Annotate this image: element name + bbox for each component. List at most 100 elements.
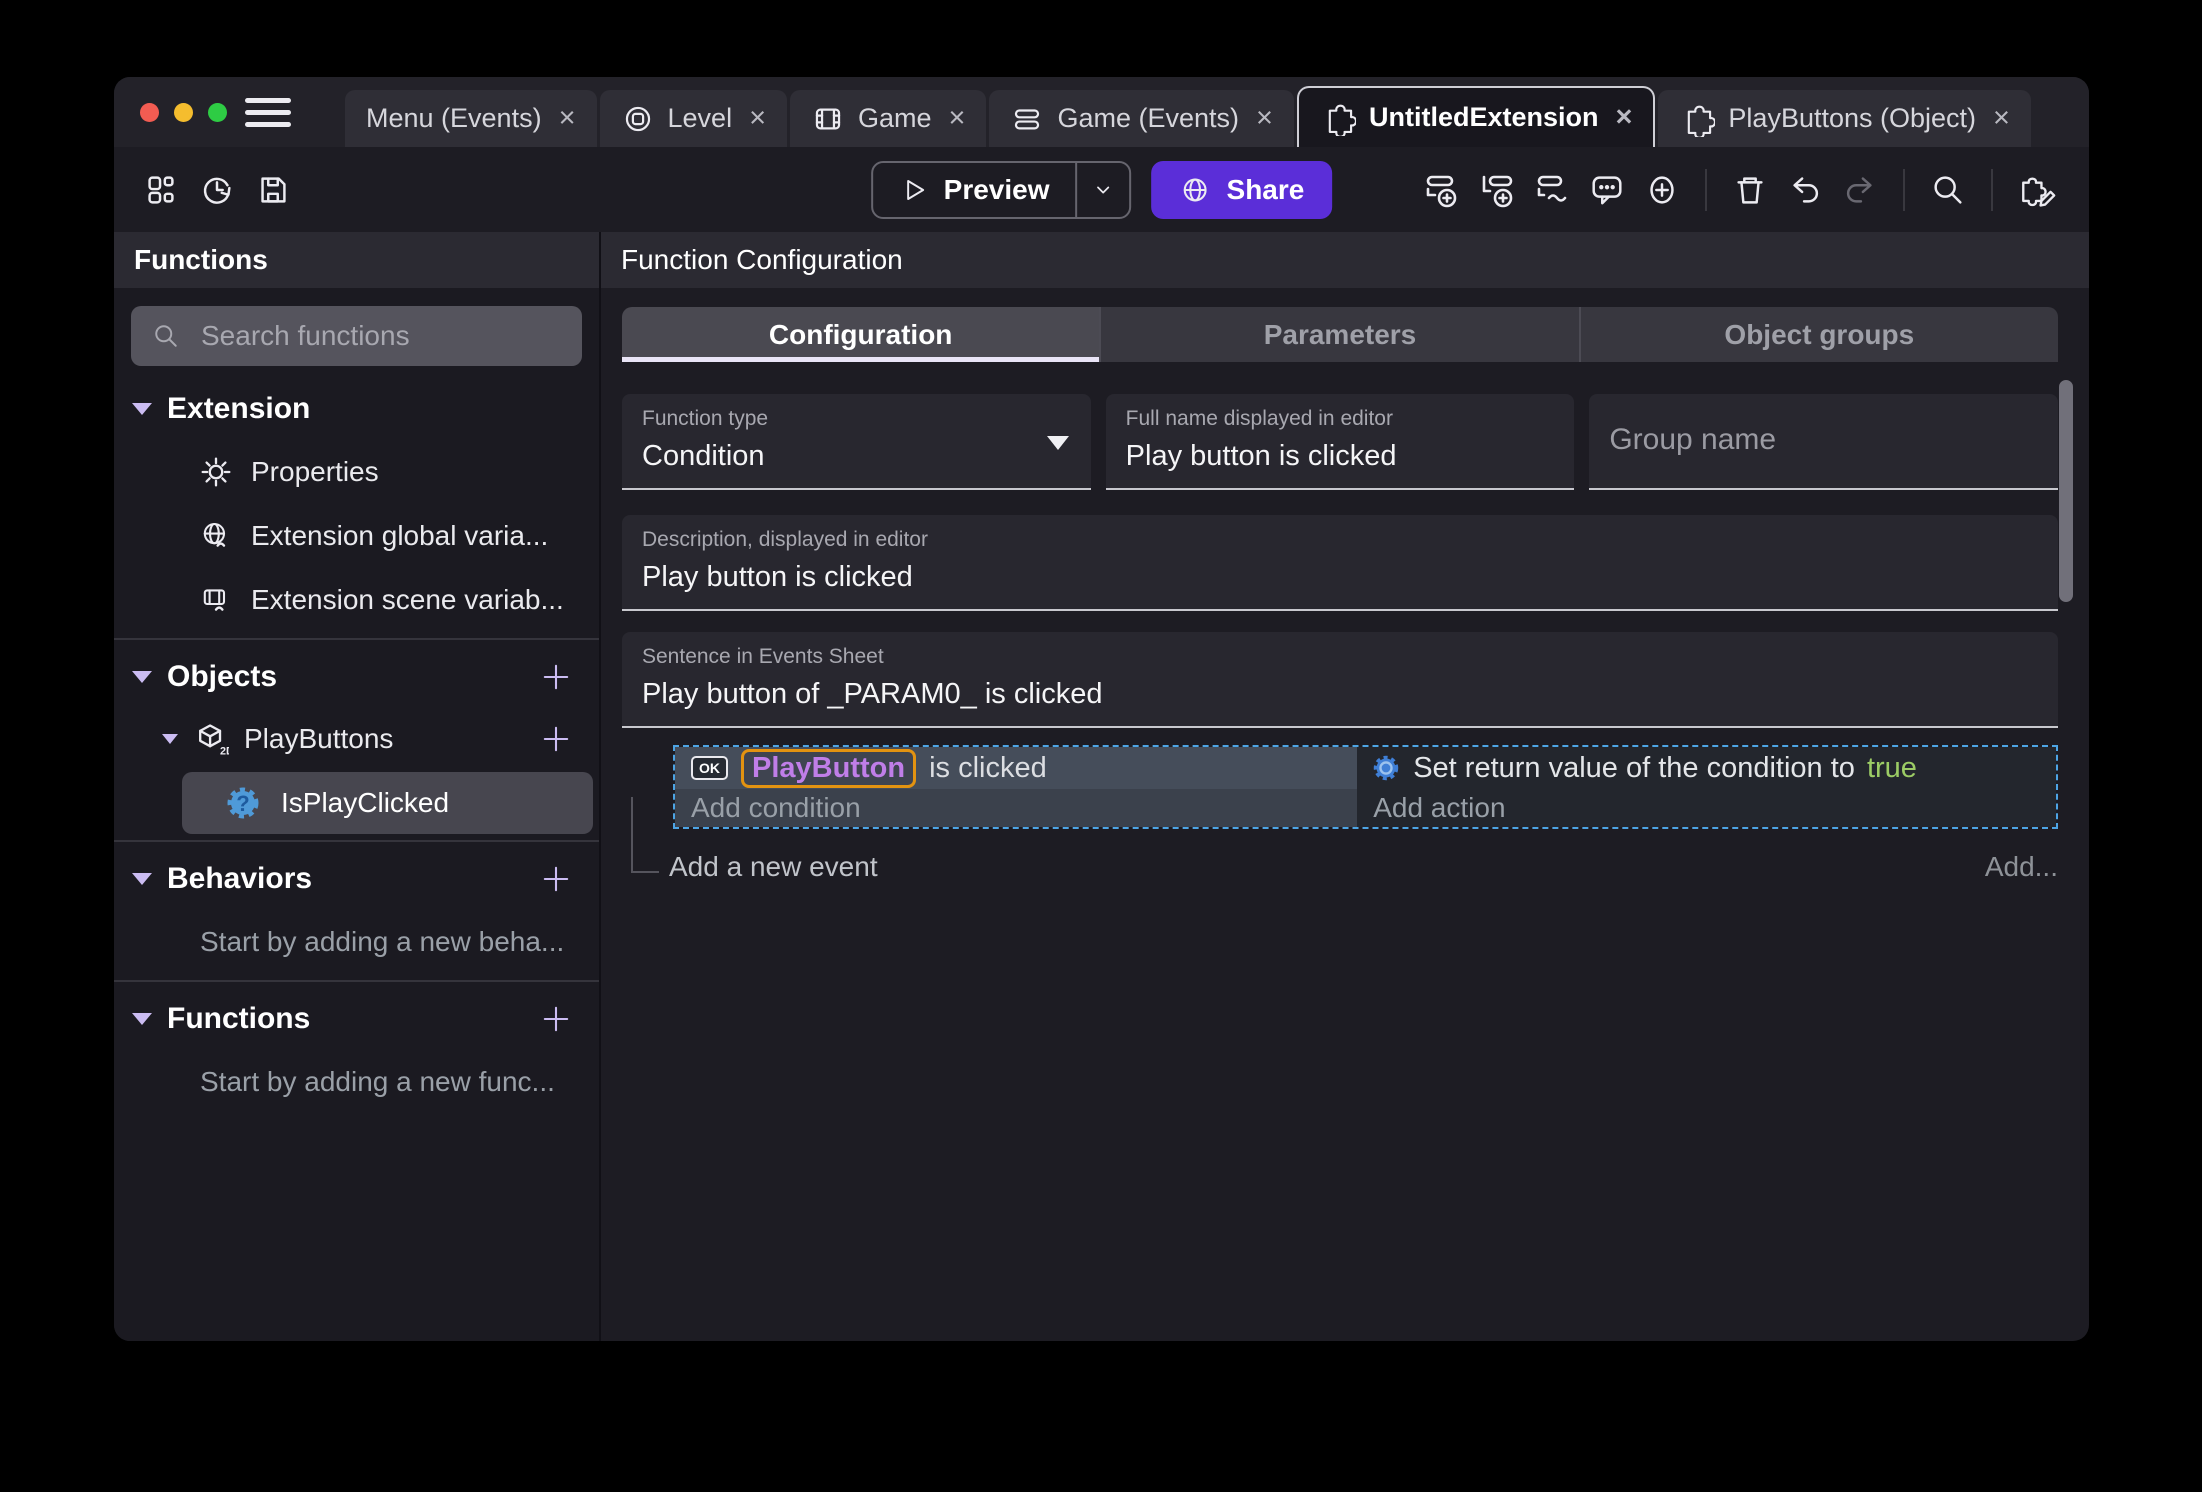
zoom-window-button[interactable] [208,102,227,122]
choose-event-button[interactable] [1639,167,1685,213]
share-button[interactable]: Share [1151,160,1333,219]
minimize-window-button[interactable] [174,102,193,122]
close-tab-icon[interactable]: × [1256,102,1273,135]
tab-playbuttons-object[interactable]: PlayButtons (Object) × [1658,90,2031,147]
function-configuration-panel: Function Configuration Configuration Par… [601,232,2089,1341]
selected-event[interactable]: OK PlayButton is clicked Add condition S… [673,745,2058,829]
svg-text:2D: 2D [220,745,229,757]
sentence-field[interactable]: Sentence in Events Sheet Play button of … [622,632,2058,728]
add-function-button[interactable] [539,1002,573,1036]
section-objects[interactable]: Objects [114,646,599,708]
panels-layout-button[interactable] [138,167,184,213]
behaviors-empty-hint[interactable]: Start by adding a new beha... [114,910,599,974]
close-tab-icon[interactable]: × [1615,101,1632,134]
globe-variable-icon [203,522,226,547]
tab-level[interactable]: Level × [599,90,787,147]
object-parameter-chip[interactable]: PlayButton [741,748,917,788]
action-text: Set return value of the condition to [1413,751,1855,784]
event-tree-line [631,797,659,873]
chevron-down-icon [132,403,152,415]
toolbar-separator [1705,168,1707,211]
delete-button[interactable] [1727,167,1773,213]
add-event-button[interactable] [1419,167,1465,213]
search-functions-input[interactable] [201,320,562,352]
chevron-down-icon [132,671,152,683]
gear-icon [201,457,231,487]
history-icon [203,177,231,204]
sidebar-tree: Extension Properties Extension global va… [114,378,599,1114]
close-tab-icon[interactable]: × [559,102,576,135]
sidebar-item-properties[interactable]: Properties [114,440,599,504]
edit-extension-button[interactable] [2013,167,2059,213]
tab-menu-events[interactable]: Menu (Events) × [345,90,597,147]
add-object-function-button[interactable] [539,722,573,756]
sidebar-item-label: Properties [251,456,379,487]
sidebar-divider [114,638,599,640]
condition-instruction[interactable]: OK PlayButton is clicked [675,747,1358,789]
search-events-button[interactable] [1925,167,1971,213]
menu-icon[interactable] [245,77,291,147]
function-type-select[interactable]: Function type Condition [622,394,1091,490]
action-instruction[interactable]: Set return value of the condition to tru… [1357,747,2056,789]
full-name-field[interactable]: Full name displayed in editor Play butto… [1105,394,1575,490]
preview-label: Preview [943,173,1050,205]
scene-variable-icon [203,589,226,611]
section-label: Extension [167,392,311,425]
field-label: Full name displayed in editor [1125,407,1393,430]
close-tab-icon[interactable]: × [749,102,766,135]
add-comment-button[interactable] [1584,167,1630,213]
sidebar-item-scene-variables[interactable]: Extension scene variab... [114,568,599,632]
tab-untitled-extension[interactable]: UntitledExtension × [1296,86,1656,147]
add-action-button[interactable]: Add action [1357,789,2056,827]
section-behaviors[interactable]: Behaviors [114,848,599,910]
tab-label: Object groups [1724,318,1915,350]
undo-button[interactable] [1782,167,1828,213]
event-actions-column: Set return value of the condition to tru… [1357,747,2056,827]
add-behavior-button[interactable] [539,862,573,896]
tab-parameters[interactable]: Parameters [1099,307,1579,362]
close-tab-icon[interactable]: × [1993,102,2010,135]
search-icon [155,325,177,347]
redo-button[interactable] [1837,167,1883,213]
add-subevent-button[interactable] [1474,167,1520,213]
sidebar-item-global-variables[interactable]: Extension global varia... [114,504,599,568]
section-label: Functions [167,1002,311,1035]
add-new-event-button[interactable]: Add a new event [669,851,878,883]
functions-empty-hint[interactable]: Start by adding a new func... [114,1050,599,1114]
field-value: Play button is clicked [642,561,913,593]
close-tab-icon[interactable]: × [949,102,966,135]
dropdown-arrow-icon [1046,436,1069,450]
tab-game[interactable]: Game × [790,90,987,147]
add-other-events-button[interactable] [1529,167,1575,213]
add-object-button[interactable] [539,660,573,694]
section-functions[interactable]: Functions [114,988,599,1050]
cube-2d-icon: 2D [199,724,229,757]
search-functions-box[interactable] [131,306,582,366]
function-item-isplayclicked[interactable]: ? IsPlayClicked [182,772,593,834]
preview-button[interactable]: Preview [870,160,1132,219]
save-icon [261,176,286,203]
trash-icon [1737,176,1763,204]
film-icon [815,108,841,129]
tab-configuration[interactable]: Configuration [622,307,1100,362]
preview-options-button[interactable] [1075,162,1130,217]
add-more-button[interactable]: Add... [1985,851,2058,883]
layout-icon [148,175,174,204]
section-extension[interactable]: Extension [114,378,599,440]
save-button[interactable] [250,167,296,213]
description-field[interactable]: Description, displayed in editor Play bu… [622,515,2058,611]
configuration-tabs: Configuration Parameters Object groups [622,307,2058,362]
object-group-playbuttons[interactable]: 2D PlayButtons [114,708,599,770]
tab-object-groups[interactable]: Object groups [1578,307,2058,362]
add-condition-button[interactable]: Add condition [675,789,1357,827]
editor-tabs: Menu (Events) × Level × Game × Game (Eve… [345,77,2031,147]
tab-game-events[interactable]: Game (Events) × [989,90,1294,147]
field-placeholder: Group name [1609,423,1777,456]
object-group-label: PlayButtons [244,723,394,754]
sidebar-title: Functions [114,232,599,288]
play-icon [906,179,924,200]
group-name-field[interactable]: Group name [1589,394,2059,490]
close-window-button[interactable] [140,102,159,122]
vertical-scrollbar-thumb[interactable] [2059,380,2073,602]
version-history-button[interactable] [194,167,240,213]
